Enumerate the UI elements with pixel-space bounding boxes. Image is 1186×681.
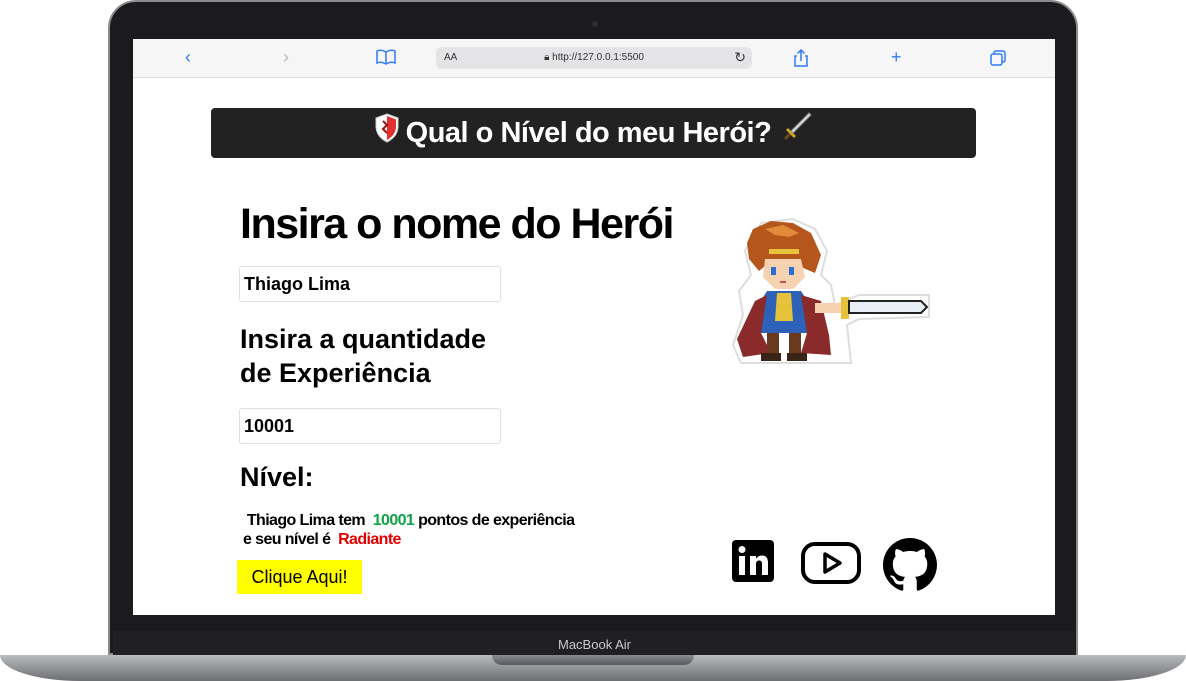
linkedin-icon[interactable]: [731, 539, 775, 588]
device-label: MacBook Air: [558, 637, 631, 652]
xp-input[interactable]: 10001: [239, 408, 501, 444]
xp-heading-line2: de Experiência: [240, 358, 431, 388]
page-header: Qual o Nível do meu Herói?: [211, 108, 976, 158]
back-icon[interactable]: ‹: [185, 47, 191, 67]
hero-name-input[interactable]: Thiago Lima: [239, 266, 501, 302]
result-rank: Radiante: [338, 531, 401, 548]
sword-icon: [781, 109, 813, 159]
level-heading: Nível:: [240, 462, 314, 492]
result-line2: e seu nível é Radiante: [243, 530, 574, 549]
result-hero-name: Thiago Lima: [246, 512, 335, 529]
browser-toolbar: ‹ › AA 🔒︎ http://127.0.0.1:5500 ↻ +: [133, 39, 1055, 78]
shield-icon: [374, 109, 400, 159]
lock-icon: 🔒︎: [544, 52, 553, 63]
name-heading: Insira o nome do Herói: [240, 200, 674, 248]
book-icon[interactable]: [376, 49, 396, 69]
new-tab-icon[interactable]: +: [891, 47, 902, 67]
xp-heading: Insira a quantidade de Experiência: [240, 322, 486, 390]
result-has-text: tem: [338, 512, 366, 529]
laptop-notch: [492, 655, 694, 665]
tabs-icon[interactable]: [990, 50, 1006, 70]
share-icon[interactable]: [793, 48, 809, 71]
hero-image: [731, 215, 931, 370]
page-title: Qual o Nível do meu Herói?: [405, 117, 772, 149]
url-value: http://127.0.0.1:5500: [552, 52, 644, 63]
address-bar[interactable]: AA 🔒︎ http://127.0.0.1:5500 ↻: [436, 47, 752, 69]
result-text: Thiago Lima tem 10001 pontos de experiên…: [243, 511, 575, 549]
browser-window: ‹ › AA 🔒︎ http://127.0.0.1:5500 ↻ + Qual…: [133, 39, 1055, 615]
camera-icon: [592, 21, 598, 27]
xp-heading-line1: Insira a quantidade: [240, 324, 487, 354]
forward-icon[interactable]: ›: [283, 47, 289, 67]
result-line1: Thiago Lima tem 10001 pontos de experiên…: [243, 511, 575, 530]
result-points-text: pontos de experiência: [418, 512, 575, 529]
result-level-text: e seu nível é: [243, 531, 331, 548]
result-xp-value: 10001: [372, 512, 415, 529]
youtube-icon[interactable]: [801, 541, 861, 590]
calculate-button[interactable]: Clique Aqui!: [237, 560, 362, 594]
reload-icon[interactable]: ↻: [734, 49, 746, 66]
github-icon[interactable]: [883, 538, 937, 597]
laptop-chin: MacBook Air: [113, 631, 1076, 656]
url-text: 🔒︎ http://127.0.0.1:5500: [436, 52, 752, 63]
